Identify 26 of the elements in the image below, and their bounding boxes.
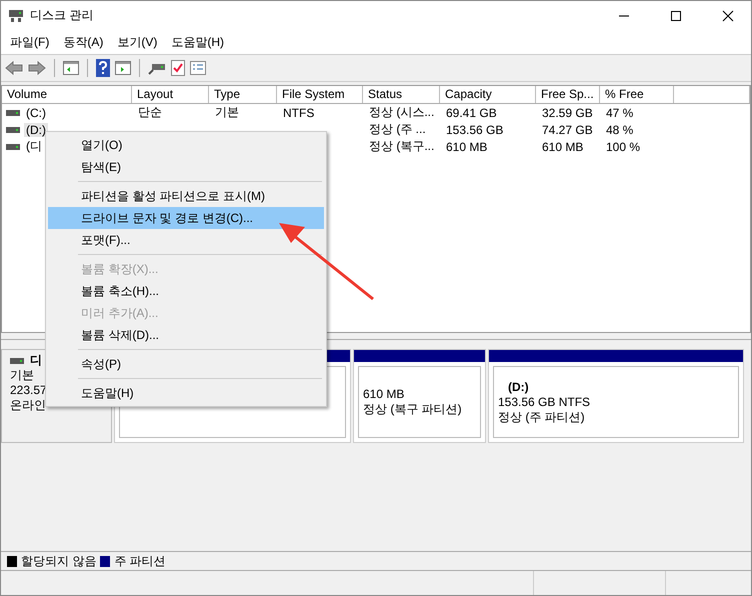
partition-detail: 정상 (주 파티션) (498, 410, 586, 424)
table-cell: 32.59 GB (542, 106, 593, 120)
table-cell: 69.41 GB (446, 106, 497, 120)
table-cell: 48 % (606, 122, 634, 136)
legend-label: 할당되지 않음 (21, 552, 96, 570)
table-cell: 74.27 GB (542, 122, 593, 136)
table-cell: 47 % (606, 106, 634, 120)
table-cell: 153.56 GB (446, 122, 504, 136)
partition-label: (D:) (507, 380, 530, 394)
disk-detail: 온라인 (10, 398, 47, 413)
table-cell: 정상 (시스... (369, 105, 434, 119)
table-cell: 정상 (복구... (369, 139, 434, 153)
table-cell: 기본 (215, 105, 239, 119)
partition-detail: 정상 (복구 파티션) (363, 402, 463, 417)
table-cell: 610 MB (446, 140, 488, 154)
table-cell: 정상 (주 ... (369, 122, 426, 136)
table-cell: 610 MB (542, 140, 584, 154)
table-cell: 단순 (138, 105, 162, 119)
table-cell: NTFS (283, 106, 314, 120)
legend-label: 주 파티션 (114, 552, 166, 570)
disk-detail: 기본 (10, 368, 35, 383)
partition-detail: 610 MB (363, 387, 406, 402)
disk-name: 디 (30, 353, 42, 368)
partition-detail: 153.56 GB NTFS (498, 394, 592, 410)
table-cell: 100 % (606, 140, 640, 154)
window-title: 디스크 관리 (30, 7, 94, 24)
